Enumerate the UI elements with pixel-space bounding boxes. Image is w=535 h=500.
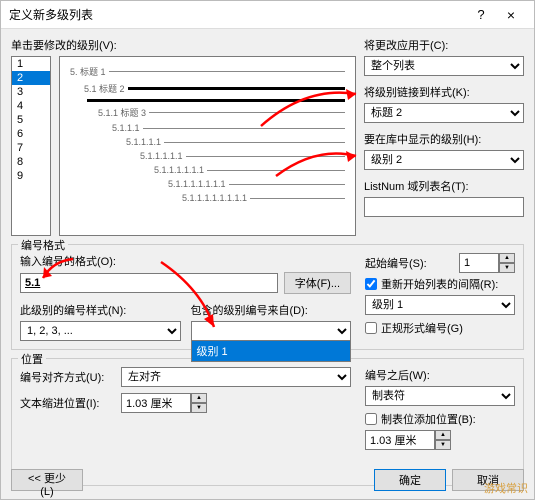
close-button[interactable]: × (496, 7, 526, 23)
preview-line: 5.1.1.1.1.1 (70, 151, 345, 161)
preview-line: 5. 标题 1 (70, 65, 345, 78)
preview-line: 5.1.1.1.1.1.1.1 (70, 179, 345, 189)
indent-label: 文本缩进位置(I): (20, 395, 115, 411)
number-style-select[interactable]: 1, 2, 3, ... (20, 321, 181, 341)
listnum-label: ListNum 域列表名(T): (364, 178, 524, 194)
enter-format-label: 输入编号的格式(O): (20, 253, 351, 269)
level-item-7[interactable]: 7 (12, 141, 50, 155)
level-item-2[interactable]: 2 (12, 71, 50, 85)
dialog-title: 定义新多级列表 (9, 6, 466, 23)
tab-stop-spinner[interactable]: ▲▼ (365, 430, 451, 450)
spin-down-icon[interactable]: ▼ (191, 403, 207, 413)
tab-after-select[interactable]: 制表符 (365, 386, 515, 406)
tab-stop-checkbox[interactable] (365, 413, 377, 425)
include-from-select[interactable] (191, 321, 352, 341)
link-style-label: 将级别链接到样式(K): (364, 84, 524, 100)
include-from-label: 包含的级别编号来自(D): (191, 302, 352, 318)
spin-up-icon[interactable]: ▲ (499, 253, 515, 263)
dialog-window: 定义新多级列表 ? × 单击要修改的级别(V): 123456789 5. 标题… (0, 0, 535, 500)
position-title: 位置 (18, 351, 46, 367)
listnum-input[interactable] (364, 197, 524, 217)
preview-line: 5.1.1.1.1 (70, 137, 345, 147)
watermark: 游戏常识 (484, 480, 528, 496)
link-style-select[interactable]: 标题 2 (364, 103, 524, 123)
apply-to-select[interactable]: 整个列表 (364, 56, 524, 76)
level-item-3[interactable]: 3 (12, 85, 50, 99)
level-item-9[interactable]: 9 (12, 169, 50, 183)
gallery-level-select[interactable]: 级别 2 (364, 150, 524, 170)
legal-label[interactable]: 正规形式编号(G) (381, 320, 463, 336)
align-select[interactable]: 左对齐 (121, 367, 351, 387)
spin-down-icon[interactable]: ▼ (435, 440, 451, 450)
level-item-4[interactable]: 4 (12, 99, 50, 113)
titlebar: 定义新多级列表 ? × (1, 1, 534, 29)
number-format-input[interactable] (20, 273, 278, 293)
number-format-group: 编号格式 输入编号的格式(O): 字体(F)... 此级别的编号样式(N): 1… (11, 244, 524, 350)
level-item-1[interactable]: 1 (12, 57, 50, 71)
help-button[interactable]: ? (466, 7, 496, 22)
preview-line: 5.1.1.1 (70, 123, 345, 133)
spin-up-icon[interactable]: ▲ (191, 393, 207, 403)
dialog-footer: << 更少(L) 确定 取消 (11, 469, 524, 491)
font-button[interactable]: 字体(F)... (284, 272, 351, 294)
tab-after-label: 编号之后(W): (365, 367, 515, 383)
gallery-level-label: 要在库中显示的级别(H): (364, 131, 524, 147)
spin-up-icon[interactable]: ▲ (435, 430, 451, 440)
include-from-dropdown[interactable]: 级别 1 (191, 340, 352, 362)
preview-line: 5.1.1.1.1.1.1.1.1 (70, 193, 345, 203)
spin-down-icon[interactable]: ▼ (499, 263, 515, 273)
restart-label[interactable]: 重新开始列表的间隔(R): (381, 276, 498, 292)
less-button[interactable]: << 更少(L) (11, 469, 83, 491)
start-at-spinner[interactable]: ▲▼ (459, 253, 515, 273)
level-item-8[interactable]: 8 (12, 155, 50, 169)
preview-line: 5.1 标题 2 (70, 82, 345, 95)
number-format-title: 编号格式 (18, 237, 68, 253)
legal-checkbox[interactable] (365, 322, 377, 334)
tab-stop-label[interactable]: 制表位添加位置(B): (381, 411, 476, 427)
position-group: 位置 编号对齐方式(U): 左对齐 文本缩进位置(I): ▲▼ (11, 358, 524, 486)
ok-button[interactable]: 确定 (374, 469, 446, 491)
indent-spinner[interactable]: ▲▼ (121, 393, 207, 413)
restart-checkbox[interactable] (365, 278, 377, 290)
preview-line: 5.1.1 标题 3 (70, 106, 345, 119)
level-item-5[interactable]: 5 (12, 113, 50, 127)
preview-pane: 5. 标题 1 5.1 标题 2 5.1.1 标题 3 5.1.1.1 5.1.1.1.… (59, 56, 356, 236)
restart-after-select[interactable]: 级别 1 (365, 295, 515, 315)
apply-to-label: 将更改应用于(C): (364, 37, 524, 53)
preview-line: 5.1.1.1.1.1.1 (70, 165, 345, 175)
preview-line (70, 99, 345, 102)
dropdown-item-level1[interactable]: 级别 1 (192, 341, 351, 361)
start-at-label: 起始编号(S): (365, 255, 454, 271)
level-list-label: 单击要修改的级别(V): (11, 37, 356, 53)
align-label: 编号对齐方式(U): (20, 369, 115, 385)
number-style-label: 此级别的编号样式(N): (20, 302, 181, 318)
level-list[interactable]: 123456789 (11, 56, 51, 236)
level-item-6[interactable]: 6 (12, 127, 50, 141)
